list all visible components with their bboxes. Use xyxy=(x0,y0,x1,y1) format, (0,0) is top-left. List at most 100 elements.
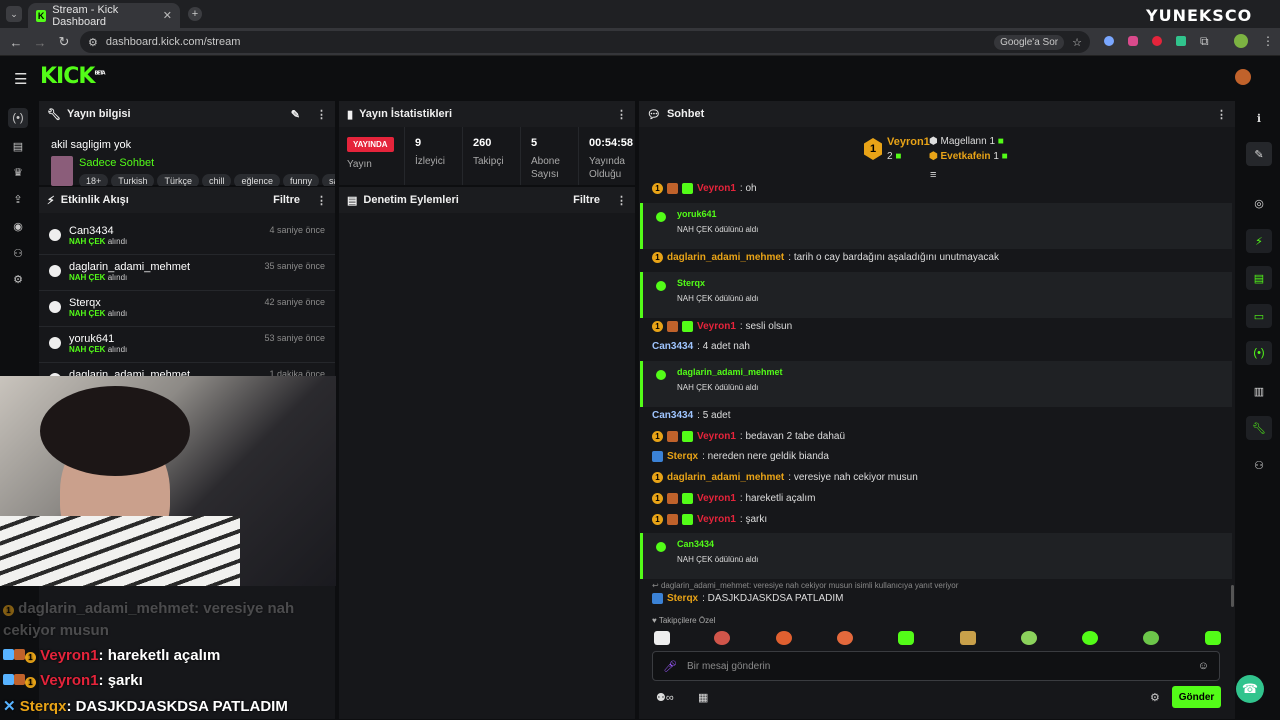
chat-message[interactable]: 1 daglarin_adami_mehmet: veresiye nah cek… xyxy=(652,472,918,483)
kick-logo[interactable]: KICKBETA xyxy=(40,64,106,89)
extensions-puzzle-icon[interactable]: ⧉ xyxy=(1200,34,1209,49)
chat-message[interactable]: Can3434: 4 adet nah xyxy=(652,341,750,352)
lightning-icon[interactable]: ⚡︎ xyxy=(1246,229,1272,253)
reward-message[interactable]: Sterqx NAH ÇEK ödülünü aldı xyxy=(640,272,1232,318)
reward-message[interactable]: daglarin_adami_mehmet NAH ÇEK ödülünü ald… xyxy=(640,361,1232,407)
pen-icon[interactable]: ✎ xyxy=(1246,142,1272,166)
event-user: Can3434 xyxy=(69,225,114,237)
wrench-icon[interactable]: 🔧︎ xyxy=(1246,416,1272,440)
emote-icon[interactable] xyxy=(654,631,670,645)
panel-menu-icon[interactable]: ⋮ xyxy=(616,108,627,121)
message-input[interactable]: 🎤︎ Bir mesaj gönderin ☺ xyxy=(652,651,1220,681)
chat-icon[interactable]: ▭ xyxy=(1246,304,1272,328)
overlay-chat-line: 1 daglarin_adami_mehmet: veresiye nah ce… xyxy=(3,600,295,639)
reward-icon xyxy=(49,301,61,313)
event-time: 4 saniye önce xyxy=(269,225,325,235)
filter-button[interactable]: Filtre xyxy=(573,194,600,206)
emote-icon[interactable] xyxy=(1021,631,1037,645)
tab-search-button[interactable]: ⌄ xyxy=(6,6,22,22)
bookmark-star-icon[interactable]: ☆ xyxy=(1072,36,1082,49)
reward-message[interactable]: yoruk641 NAH ÇEK ödülünü aldı xyxy=(640,203,1232,249)
overlay-chat-line: 1 Veyron1: hareketlı açalım xyxy=(3,647,220,664)
hamburger-menu-icon[interactable]: ☰ xyxy=(14,70,27,88)
layout-icon[interactable]: ▥ xyxy=(1246,379,1272,403)
chat-message[interactable]: Can3434: 5 adet xyxy=(652,410,731,421)
webcam-overlay xyxy=(0,376,336,586)
users-icon[interactable]: ⚇ xyxy=(8,243,28,263)
user-avatar[interactable] xyxy=(1235,69,1251,85)
emote-icon[interactable] xyxy=(960,631,976,645)
library-icon[interactable]: ▤ xyxy=(8,136,28,156)
extension-icon[interactable] xyxy=(1128,36,1138,46)
event-row[interactable]: daglarin_adami_mehmet NAH ÇEK alındı 35 … xyxy=(39,255,335,291)
chat-message[interactable]: 1 Veyron1: şarkı xyxy=(652,514,767,525)
browser-tab[interactable]: K Stream - Kick Dashboard ✕ xyxy=(28,3,180,28)
chat-settings-gear-icon[interactable]: ⚙ xyxy=(1150,691,1160,704)
forward-icon[interactable]: → xyxy=(32,34,48,50)
filter-button[interactable]: Filtre xyxy=(273,194,300,206)
emote-icon[interactable] xyxy=(837,631,853,645)
emote-icon[interactable] xyxy=(714,631,730,645)
panel-menu-icon[interactable]: ⋮ xyxy=(616,194,627,207)
panel-menu-icon[interactable]: ⋮ xyxy=(316,194,327,207)
broadcast-icon[interactable]: (•) xyxy=(1246,341,1272,365)
notes-icon[interactable]: ▤ xyxy=(1246,266,1272,290)
chat-message[interactable]: 1 Veyron1: hareketli açalım xyxy=(652,493,816,504)
trophy-icon[interactable]: ♛ xyxy=(8,162,28,182)
broadcast-icon[interactable]: (•) xyxy=(8,108,28,128)
gifter-entry[interactable]: ⬢ Magellann 1 ■ xyxy=(929,136,1004,147)
extension-icon[interactable] xyxy=(1104,36,1114,46)
profile-avatar[interactable] xyxy=(1234,34,1248,48)
edit-pencil-icon[interactable]: ✎ xyxy=(291,108,300,121)
back-icon[interactable]: ← xyxy=(8,34,24,50)
emote-icon[interactable] xyxy=(1205,631,1221,645)
emote-icon[interactable] xyxy=(898,631,914,645)
event-time: 53 saniye önce xyxy=(264,333,325,343)
mic-icon[interactable]: 🎤︎ xyxy=(663,660,677,673)
expand-leaderboard-icon[interactable]: ≡ xyxy=(930,169,936,181)
panel-menu-icon[interactable]: ⋮ xyxy=(316,108,327,121)
kick-favicon-icon: K xyxy=(36,9,47,22)
gifter-entry[interactable]: ⬢ Evetkafein 1 ■ xyxy=(929,151,1008,162)
category-name[interactable]: Sadece Sohbet xyxy=(79,157,154,169)
chat-message[interactable]: Sterqx: DASJKDJASKDSA PATLADIM xyxy=(652,593,843,604)
follower-count: 260 xyxy=(473,137,492,149)
chat-message[interactable]: 1 Veyron1: oh xyxy=(652,183,757,194)
site-info-icon[interactable]: ⚙ xyxy=(88,36,98,49)
emoji-icon[interactable]: ☺ xyxy=(1198,660,1209,672)
info-icon[interactable]: ℹ xyxy=(1246,106,1272,130)
store-icon[interactable]: ▦ xyxy=(698,691,708,704)
chat-message[interactable]: Sterqx: nereden nere geldik bianda xyxy=(652,451,829,462)
points-icon[interactable]: ⚉∞ xyxy=(656,691,674,704)
send-button[interactable]: Gönder xyxy=(1172,686,1221,708)
emote-icon[interactable] xyxy=(776,631,792,645)
support-chat-icon[interactable]: ☎ xyxy=(1236,675,1264,703)
top-gifter-name[interactable]: Veyron1 xyxy=(887,136,930,148)
panel-menu-icon[interactable]: ⋮ xyxy=(1216,108,1227,121)
new-tab-button[interactable]: + xyxy=(188,7,202,21)
extension-icon[interactable] xyxy=(1176,36,1186,46)
event-row[interactable]: Sterqx NAH ÇEK alındı 42 saniye önce xyxy=(39,291,335,327)
chat-scrollbar[interactable] xyxy=(1231,585,1234,607)
url-field[interactable]: ⚙ dashboard.kick.com/stream Google'a Sor… xyxy=(80,31,1090,53)
chat-message[interactable]: 1 Veyron1: bedavan 2 tabe dahaü xyxy=(652,431,845,442)
camera-icon[interactable]: ◉ xyxy=(8,216,28,236)
event-row[interactable]: yoruk641 NAH ÇEK alındı 53 saniye önce xyxy=(39,327,335,363)
emote-icon[interactable] xyxy=(1143,631,1159,645)
reward-message[interactable]: Can3434 NAH ÇEK ödülünü aldı xyxy=(640,533,1232,579)
followers-only-notice: ♥ Takipçilere Özel xyxy=(652,616,716,625)
users-icon[interactable]: ⚇ xyxy=(1246,453,1272,477)
overlay-chat-line: ✕ Sterqx: DASJKDJASKDSA PATLADIM xyxy=(3,698,288,715)
event-row[interactable]: Can3434 NAH ÇEK alındı 4 saniye önce xyxy=(39,219,335,255)
gear-icon[interactable]: ⚙ xyxy=(8,269,28,289)
close-tab-icon[interactable]: ✕ xyxy=(163,9,172,22)
ask-google-button[interactable]: Google'a Sor xyxy=(994,34,1065,50)
clip-icon[interactable]: ◎ xyxy=(1246,191,1272,215)
emote-icon[interactable] xyxy=(1082,631,1098,645)
chat-message[interactable]: 1 Veyron1: sesli olsun xyxy=(652,321,792,332)
reload-icon[interactable]: ↻ xyxy=(56,34,72,50)
upload-icon[interactable]: ⇪ xyxy=(8,189,28,209)
chat-message[interactable]: 1 daglarin_adami_mehmet: tarih o cay bard… xyxy=(652,252,999,263)
browser-menu-icon[interactable]: ⋮ xyxy=(1262,34,1274,48)
extension-icon[interactable] xyxy=(1152,36,1162,46)
